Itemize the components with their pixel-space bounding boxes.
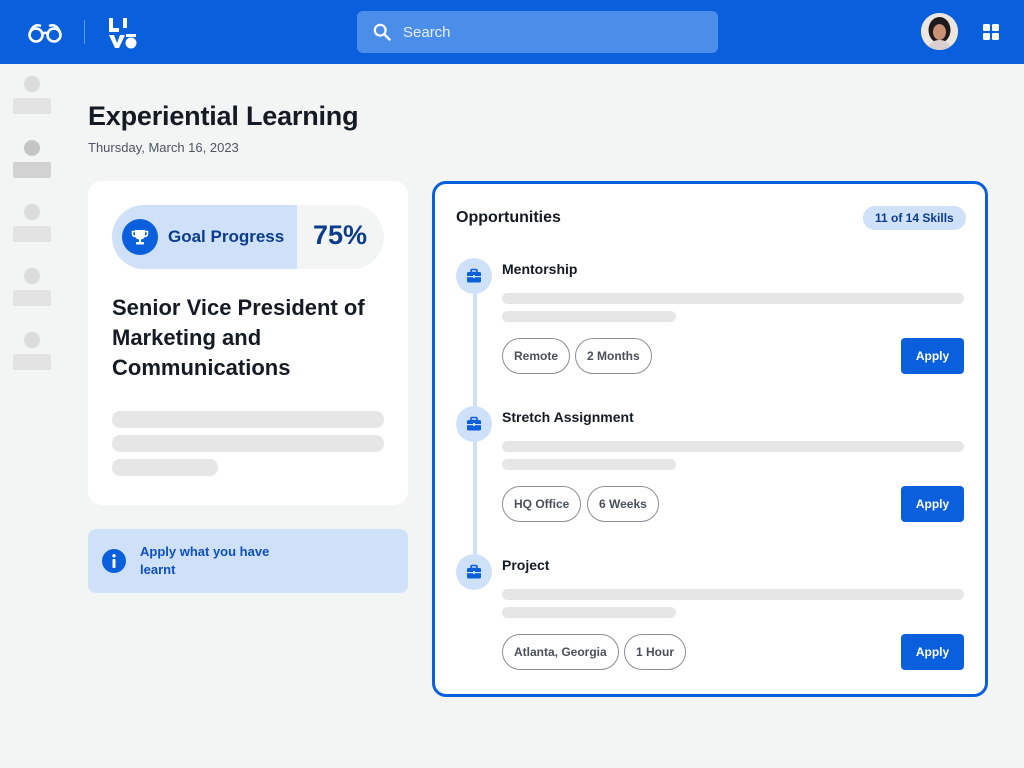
topbar-divider — [84, 20, 85, 44]
top-navigation-bar — [0, 0, 1024, 64]
page-title: Experiential Learning — [88, 101, 359, 131]
text-placeholder — [502, 607, 676, 618]
opportunity-tag: HQ Office — [502, 486, 582, 522]
live-logo-icon[interactable] — [107, 17, 137, 49]
goal-progress-pill: Goal Progress 75% — [112, 205, 384, 269]
briefcase-icon — [456, 406, 492, 442]
text-placeholder — [502, 441, 964, 452]
glasses-logo-icon[interactable] — [27, 20, 63, 44]
goal-progress-label-area: Goal Progress — [112, 205, 297, 269]
info-banner-text: Apply what you have learnt — [140, 544, 270, 577]
opportunity-tag: 6 Weeks — [587, 486, 659, 522]
opportunity-tag: 1 Hour — [624, 634, 687, 670]
user-avatar[interactable] — [921, 13, 958, 50]
text-placeholder — [502, 459, 676, 470]
text-placeholder — [112, 411, 384, 428]
opportunity-item: Stretch Assignment HQ Office 6 Weeks App… — [435, 406, 985, 536]
search-input[interactable] — [403, 11, 703, 53]
trophy-icon — [122, 219, 158, 255]
search-box[interactable] — [357, 11, 718, 53]
sidebar-item[interactable] — [13, 268, 51, 314]
goal-role-title: Senior Vice President of Marketing and C… — [112, 295, 365, 380]
opportunity-name: Stretch Assignment — [502, 409, 634, 425]
opportunity-tag: Atlanta, Georgia — [502, 634, 619, 670]
sidebar-item[interactable] — [13, 76, 51, 122]
sidebar-item[interactable] — [13, 332, 51, 378]
sidebar-item-icon — [24, 332, 40, 348]
search-icon — [373, 23, 391, 41]
opportunity-item: Project Atlanta, Georgia 1 Hour Apply — [435, 554, 985, 684]
apply-button[interactable]: Apply — [901, 634, 964, 670]
page-date: Thursday, March 16, 2023 — [88, 140, 239, 155]
sidebar-item-label-placeholder — [13, 290, 51, 306]
goal-progress-percent: 75% — [313, 220, 368, 250]
apply-button[interactable]: Apply — [901, 338, 964, 374]
info-icon — [102, 549, 126, 573]
avatar-image — [921, 13, 958, 50]
sidebar-item-active[interactable] — [13, 140, 51, 186]
opportunity-item: Mentorship Remote 2 Months Apply — [435, 258, 985, 388]
info-banner[interactable]: Apply what you have learnt — [88, 529, 408, 593]
sidebar-item-icon — [24, 204, 40, 220]
goal-card: Goal Progress 75% Senior Vice President … — [88, 181, 408, 505]
text-placeholder — [112, 459, 218, 476]
sidebar-item-icon — [24, 76, 40, 92]
briefcase-icon — [456, 258, 492, 294]
skills-badge: 11 of 14 Skills — [863, 206, 966, 230]
apply-button[interactable]: Apply — [901, 486, 964, 522]
opportunities-card: Opportunities 11 of 14 Skills Mentorship… — [432, 181, 988, 697]
sidebar-item-icon — [24, 268, 40, 284]
sidebar-item-label-placeholder — [13, 354, 51, 370]
grid-apps-icon[interactable] — [983, 24, 999, 40]
sidebar-item[interactable] — [13, 204, 51, 250]
sidebar-item-label-placeholder — [13, 162, 51, 178]
sidebar-item-label-placeholder — [13, 226, 51, 242]
opportunity-name: Mentorship — [502, 261, 578, 277]
sidebar-item-label-placeholder — [13, 98, 51, 114]
text-placeholder — [502, 311, 676, 322]
text-placeholder — [502, 589, 964, 600]
goal-progress-label: Goal Progress — [168, 227, 285, 246]
opportunity-tag: Remote — [502, 338, 571, 374]
sidebar-item-icon — [24, 140, 40, 156]
opportunity-name: Project — [502, 557, 550, 573]
opportunity-tag: 2 Months — [575, 338, 652, 374]
opportunities-title: Opportunities — [456, 209, 561, 226]
briefcase-icon — [456, 554, 492, 590]
text-placeholder — [502, 293, 964, 304]
text-placeholder — [112, 435, 384, 452]
